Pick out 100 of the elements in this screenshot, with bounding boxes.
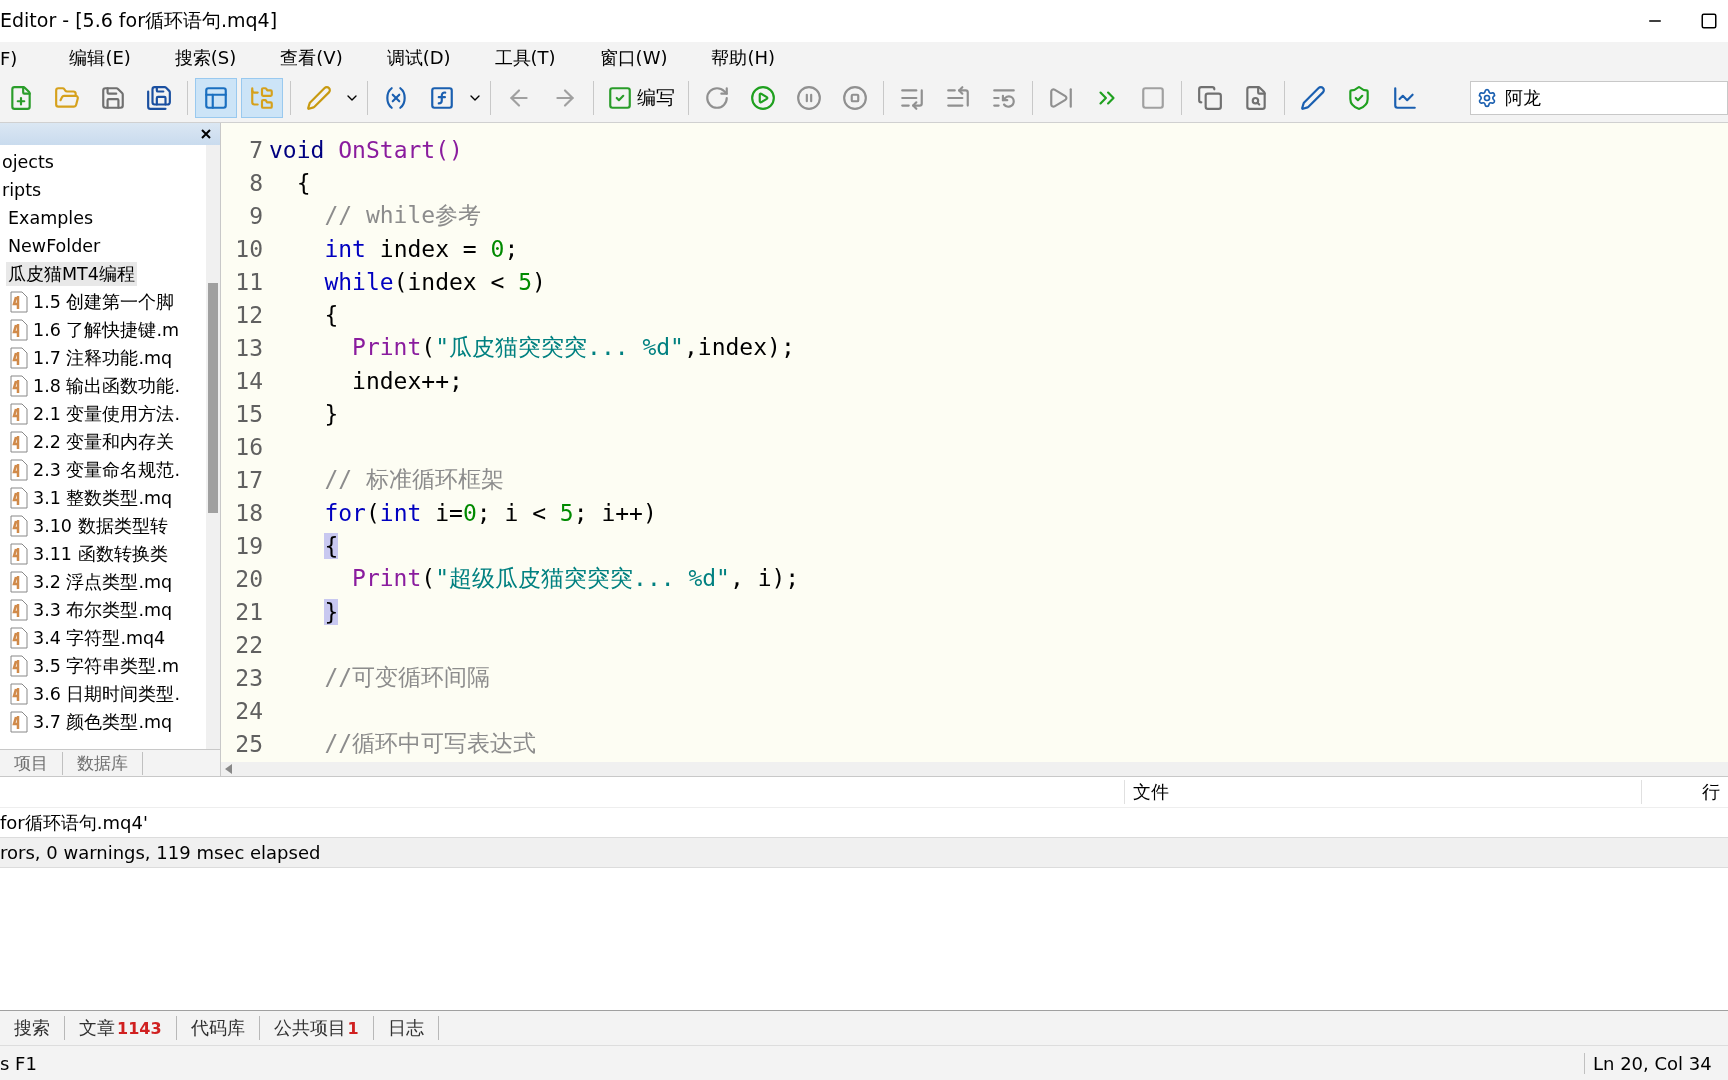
search-input[interactable]: 阿龙 xyxy=(1503,86,1707,110)
line-number: 19 xyxy=(234,532,264,559)
line-number: 16 xyxy=(234,433,264,460)
script-file-icon xyxy=(10,599,28,621)
file-item[interactable]: 3.1 整数类型.mq xyxy=(31,486,175,510)
code-line: //循环中可写表达式 xyxy=(323,729,537,758)
code-line: } xyxy=(323,400,339,427)
close-icon[interactable] xyxy=(200,128,212,140)
menu-item[interactable]: F) xyxy=(0,47,44,69)
folder-tree-icon[interactable] xyxy=(241,78,283,118)
folder-item[interactable]: Examples xyxy=(6,208,96,228)
file-item[interactable]: 3.10 数据类型转 xyxy=(31,514,170,538)
window-title: Editor - [5.6 for循环语句.mq4] xyxy=(0,8,278,33)
line-number: 15 xyxy=(234,400,264,427)
menu-item[interactable]: 调试(D) xyxy=(360,46,469,70)
script-file-icon xyxy=(10,683,28,705)
compile-button[interactable]: 编写 xyxy=(601,78,681,118)
script-file-icon xyxy=(10,319,28,341)
panel-layout-icon[interactable] xyxy=(195,78,237,118)
scrollbar-thumb[interactable] xyxy=(208,283,218,513)
bottom-tab[interactable]: 代码库 xyxy=(176,1016,260,1040)
line-number: 23 xyxy=(234,664,264,691)
column-header: 文件 xyxy=(1124,780,1641,804)
folder-item[interactable]: ripts xyxy=(0,180,44,200)
code-line: void OnStart() xyxy=(269,136,463,163)
line-number: 10 xyxy=(234,235,264,262)
line-number: 8 xyxy=(248,169,264,196)
code-line: // 标准循环框架 xyxy=(323,465,504,494)
line-number: 25 xyxy=(234,730,264,757)
script-file-icon xyxy=(10,627,28,649)
code-line: Print("瓜皮猫突突突... %d",index); xyxy=(351,333,795,362)
folder-item[interactable]: ojects xyxy=(0,152,56,172)
script-file-icon xyxy=(10,571,28,593)
file-item[interactable]: 1.6 了解快捷键.m xyxy=(31,318,181,342)
file-item[interactable]: 3.11 函数转换类 xyxy=(31,542,170,566)
script-file-icon xyxy=(10,431,28,453)
file-item[interactable]: 3.5 字符串类型.m xyxy=(31,654,181,678)
code-line: { xyxy=(295,169,311,196)
code-line: // while参考 xyxy=(323,201,482,230)
bottom-tab[interactable]: 文章1143 xyxy=(65,1016,177,1040)
script-file-icon xyxy=(10,291,28,313)
file-item[interactable]: 2.2 变量和内存关 xyxy=(31,430,177,454)
line-number: 20 xyxy=(234,565,264,592)
file-item[interactable]: 3.2 浮点类型.mq xyxy=(31,570,175,594)
script-file-icon xyxy=(10,347,28,369)
output-message: rors, 0 warnings, 119 msec elapsed xyxy=(0,837,1728,868)
script-file-icon xyxy=(10,711,28,733)
script-file-icon xyxy=(10,403,28,425)
script-file-icon xyxy=(10,487,28,509)
file-item[interactable]: 1.7 注释功能.mq xyxy=(31,346,175,370)
bottom-tab[interactable]: 日志 xyxy=(373,1016,439,1040)
script-file-icon xyxy=(10,515,28,537)
gear-icon[interactable] xyxy=(1477,88,1497,108)
script-file-icon xyxy=(10,655,28,677)
line-number: 24 xyxy=(234,697,264,724)
line-number: 12 xyxy=(234,301,264,328)
menu-item[interactable]: 编辑(E) xyxy=(43,46,149,70)
search-field[interactable]: 阿龙 xyxy=(1470,81,1728,115)
script-file-icon xyxy=(10,543,28,565)
file-item[interactable]: 3.6 日期时间类型. xyxy=(31,682,182,706)
maximize-icon[interactable] xyxy=(1700,12,1718,30)
menu-item[interactable]: 查看(V) xyxy=(254,46,361,70)
line-number: 22 xyxy=(234,631,264,658)
line-number: 7 xyxy=(248,136,264,163)
file-item[interactable]: 3.3 布尔类型.mq xyxy=(31,598,175,622)
check-icon xyxy=(607,85,633,111)
line-number: 11 xyxy=(234,268,264,295)
file-item[interactable]: 2.1 变量使用方法. xyxy=(31,402,182,426)
scroll-left-icon[interactable] xyxy=(225,764,233,774)
code-line: for(int i=0; i < 5; i++) xyxy=(323,499,657,526)
menu-item[interactable]: 搜索(S) xyxy=(148,46,255,70)
folder-item[interactable]: NewFolder xyxy=(6,236,103,256)
column-header: 行 xyxy=(1641,780,1728,804)
script-file-icon xyxy=(10,459,28,481)
code-line: //可变循环间隔 xyxy=(323,663,491,692)
code-line: index++; xyxy=(351,367,463,394)
status-hint: s F1 xyxy=(0,1052,37,1074)
code-line: { xyxy=(323,301,339,328)
file-item[interactable]: 3.7 颜色类型.mq xyxy=(31,710,175,734)
script-file-icon xyxy=(10,375,28,397)
file-item[interactable]: 3.4 字符型.mq4 xyxy=(31,626,168,650)
line-number: 17 xyxy=(234,466,264,493)
panel-tab[interactable]: 数据库 xyxy=(63,751,143,775)
file-item[interactable]: 1.5 创建第一个脚 xyxy=(31,290,177,314)
bottom-tab[interactable]: 搜索 xyxy=(0,1016,65,1040)
panel-tab[interactable]: 项目 xyxy=(0,751,63,775)
output-message: for循环语句.mq4' xyxy=(0,810,149,835)
menu-item[interactable]: 帮助(H) xyxy=(685,46,794,70)
bottom-tab[interactable]: 公共项目 1 xyxy=(259,1016,374,1040)
folder-item[interactable]: 瓜皮猫MT4编程 xyxy=(6,262,137,286)
menu-item[interactable]: 工具(T) xyxy=(468,46,574,70)
code-line: Print("超级瓜皮猫突突突... %d", i); xyxy=(351,564,800,593)
line-number: 18 xyxy=(234,499,264,526)
menu-item[interactable]: 窗口(W) xyxy=(573,46,686,70)
code-line: while(index < 5) xyxy=(323,268,546,295)
code-line: int index = 0; xyxy=(323,235,519,262)
line-number: 13 xyxy=(234,334,264,361)
file-item[interactable]: 2.3 变量命名规范. xyxy=(31,458,182,482)
file-item[interactable]: 1.8 输出函数功能. xyxy=(31,374,182,398)
line-number: 21 xyxy=(234,598,264,625)
